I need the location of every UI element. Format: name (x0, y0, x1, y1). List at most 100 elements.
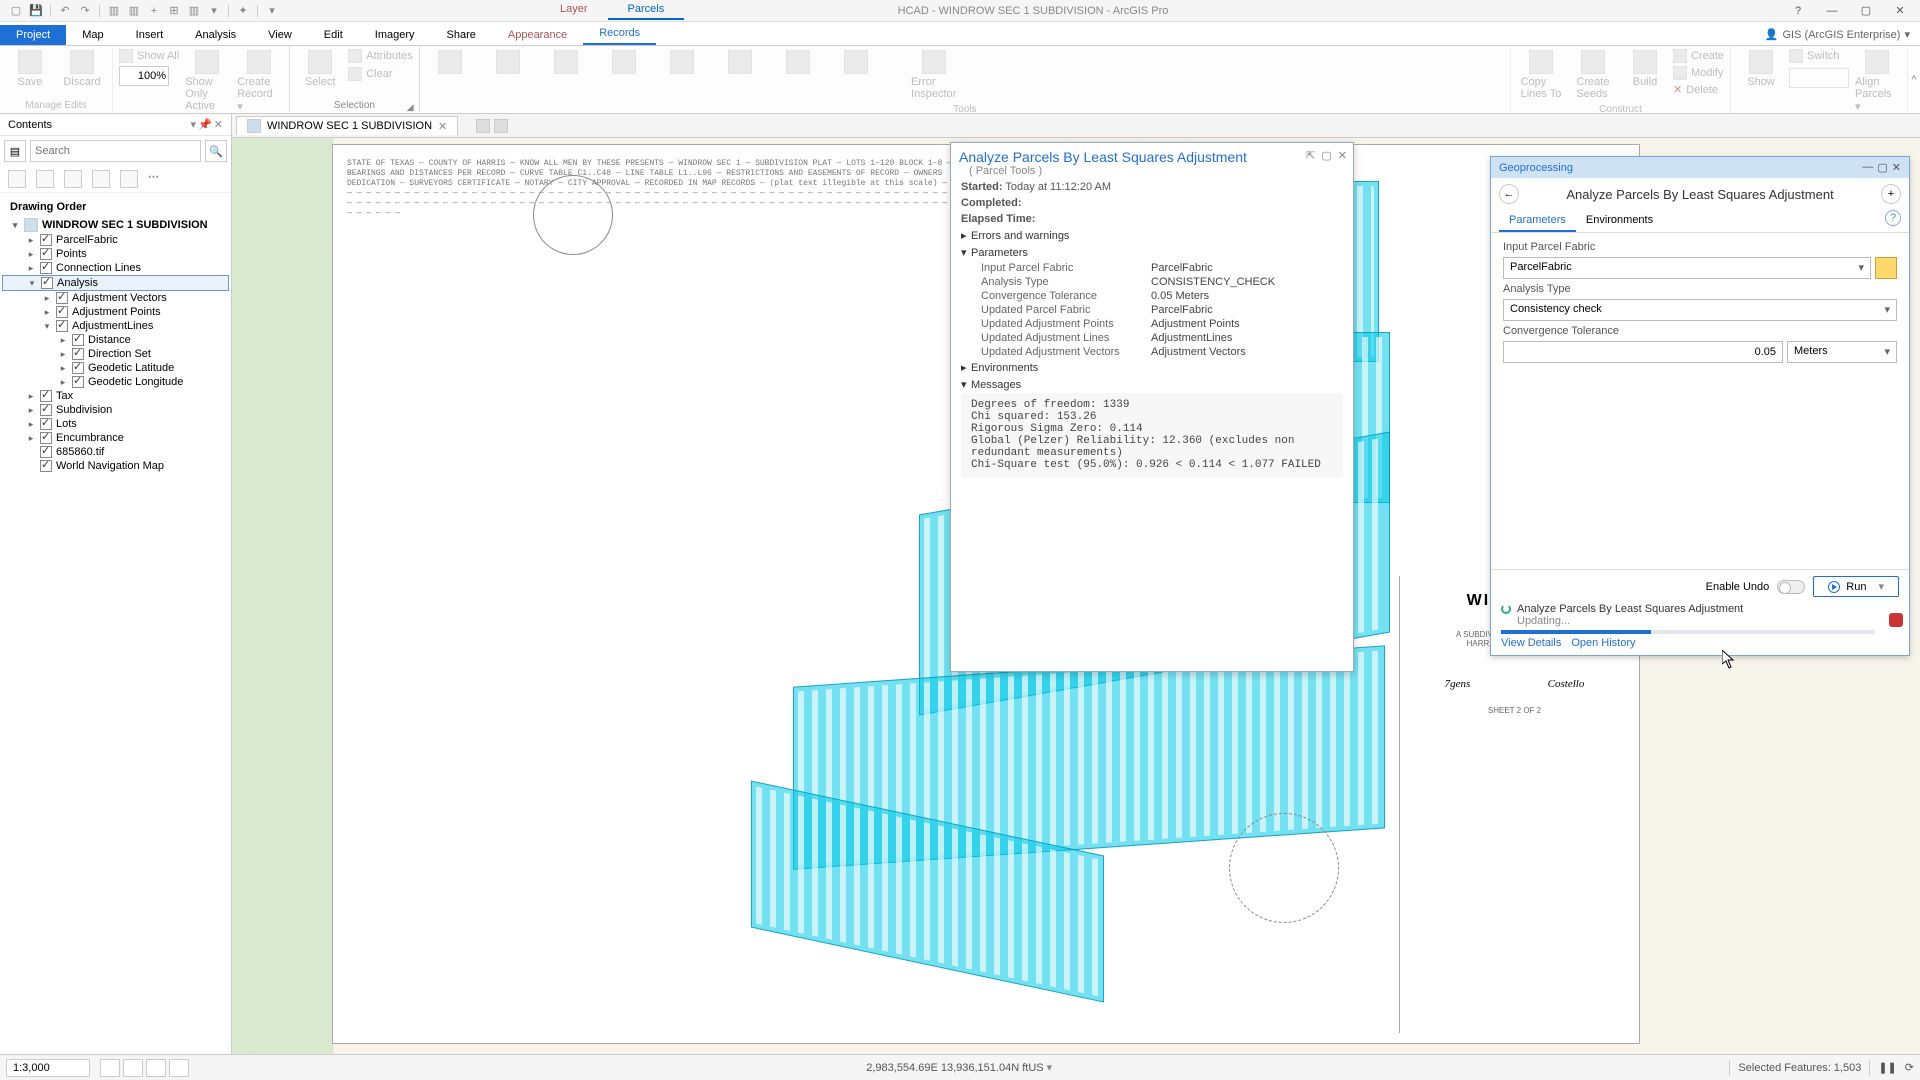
toc-layer[interactable]: Connection Lines (56, 262, 141, 274)
popout-icon[interactable]: ⇱ (1306, 149, 1315, 162)
error-inspector-button[interactable]: Error Inspector (910, 48, 958, 102)
minimize-icon[interactable]: — (1816, 1, 1848, 21)
maximize-icon[interactable]: ▢ (1850, 1, 1882, 21)
qat-icon[interactable]: ▥ (106, 3, 122, 19)
autohide-icon[interactable]: 📌 (198, 118, 212, 131)
checkbox[interactable] (40, 418, 52, 430)
qat-redo-icon[interactable]: ↷ (77, 3, 93, 19)
menu-icon[interactable]: ▾ (191, 118, 197, 131)
dock-icon[interactable]: ▢ (1321, 149, 1331, 162)
gp-min-icon[interactable]: — (1862, 161, 1873, 174)
sb-tool-icon[interactable] (100, 1059, 120, 1077)
tab-share[interactable]: Share (431, 25, 492, 45)
tool-icon[interactable] (670, 50, 694, 74)
checkbox[interactable] (40, 432, 52, 444)
show-only-active-button[interactable]: Show Only Active (183, 48, 231, 114)
gp-max-icon[interactable]: ▢ (1877, 161, 1887, 174)
browse-icon[interactable] (1875, 257, 1897, 279)
tab-map[interactable]: Map (66, 25, 119, 45)
align-parcels-button[interactable]: Align Parcels ▾ (1853, 48, 1901, 115)
view-details-link[interactable]: View Details (1501, 637, 1561, 649)
toc-layer[interactable]: Points (56, 248, 87, 260)
checkbox[interactable] (41, 277, 53, 289)
close-results-icon[interactable]: ✕ (1338, 149, 1347, 162)
create-record-button[interactable]: Create Record ▾ (235, 48, 283, 115)
tool-icon[interactable] (728, 50, 752, 74)
modify-button[interactable]: Modify (1673, 65, 1724, 81)
sb-tool-icon[interactable] (123, 1059, 143, 1077)
checkbox[interactable] (56, 320, 68, 332)
close-pane-icon[interactable]: ✕ (214, 118, 223, 131)
qat-icon[interactable]: + (146, 3, 162, 19)
qat-save-icon[interactable]: 💾 (28, 3, 44, 19)
toc-layer[interactable]: World Navigation Map (56, 460, 164, 472)
errors-section[interactable]: ▸Errors and warnings (951, 227, 1353, 244)
list-by-editing-icon[interactable] (92, 170, 110, 188)
collapse-ribbon-icon[interactable]: ^ (1908, 46, 1920, 113)
filter-icon[interactable]: ▤ (4, 140, 26, 162)
checkbox[interactable] (40, 248, 52, 260)
close-map-icon[interactable]: ✕ (438, 120, 447, 133)
list-by-snapping-icon[interactable] (120, 170, 138, 188)
view-tool-icon[interactable] (494, 119, 508, 133)
qat-explore-icon[interactable]: ✦ (235, 3, 251, 19)
checkbox[interactable] (40, 460, 52, 472)
checkbox[interactable] (40, 404, 52, 416)
tool-icon[interactable] (786, 50, 810, 74)
close-icon[interactable]: ✕ (1884, 1, 1916, 21)
checkbox[interactable] (40, 262, 52, 274)
list-by-source-icon[interactable] (36, 170, 54, 188)
toc-layer[interactable]: Encumbrance (56, 432, 124, 444)
map-scale[interactable]: 1:3,000 (6, 1059, 90, 1077)
checkbox[interactable] (72, 376, 84, 388)
select-button[interactable]: Select (296, 48, 344, 90)
toc-layer[interactable]: 685860.tif (56, 446, 104, 458)
toc-layer[interactable]: AdjustmentLines (72, 320, 153, 332)
gp-close-icon[interactable]: ✕ (1892, 161, 1901, 174)
list-by-selection-icon[interactable] (64, 170, 82, 188)
gp-tab-parameters[interactable]: Parameters (1499, 210, 1576, 232)
more-toc-icon[interactable]: ⋯ (148, 170, 159, 188)
toc-layer[interactable]: Lots (56, 418, 77, 430)
checkbox[interactable] (56, 306, 68, 318)
tolerance-input[interactable] (1503, 341, 1783, 363)
alignment-input[interactable] (1789, 68, 1849, 88)
enable-undo-toggle[interactable] (1777, 580, 1805, 594)
pause-draw-icon[interactable]: ❚❚ (1878, 1061, 1896, 1074)
selection-launcher-icon[interactable]: ◢ (407, 102, 417, 112)
open-history-link[interactable]: Open History (1571, 637, 1635, 649)
expand-icon[interactable]: ▾ (10, 220, 20, 231)
build-button[interactable]: Build (1621, 48, 1669, 90)
toc-layer[interactable]: Distance (88, 334, 131, 346)
qat-open-icon[interactable]: ▢ (8, 3, 24, 19)
delete-button[interactable]: ✕Delete (1673, 82, 1724, 97)
add-to-model-icon[interactable]: + (1881, 184, 1901, 204)
toc-layer[interactable]: Adjustment Points (72, 306, 161, 318)
toc-layer[interactable]: ParcelFabric (56, 234, 118, 246)
toc-root[interactable]: WINDROW SEC 1 SUBDIVISION (42, 219, 208, 231)
tab-imagery[interactable]: Imagery (359, 25, 431, 45)
discard-button[interactable]: Discard (58, 48, 106, 90)
checkbox[interactable] (56, 292, 68, 304)
qat-icon[interactable]: ⊞ (166, 3, 182, 19)
env-section[interactable]: ▸Environments (951, 359, 1353, 376)
save-button[interactable]: Save (6, 48, 54, 90)
search-icon[interactable]: 🔍 (205, 140, 227, 162)
gp-tab-environments[interactable]: Environments (1576, 210, 1663, 232)
list-by-drawing-icon[interactable] (8, 170, 26, 188)
input-parcel-fabric[interactable]: ParcelFabric (1503, 257, 1871, 279)
clear-button[interactable]: Clear (348, 66, 412, 82)
qat-icon[interactable]: ▥ (126, 3, 142, 19)
tab-insert[interactable]: Insert (120, 25, 180, 45)
record-zoom-input[interactable] (119, 66, 169, 86)
checkbox[interactable] (72, 348, 84, 360)
cancel-run-icon[interactable] (1889, 613, 1903, 627)
ctx-tab-layer[interactable]: Layer (540, 0, 608, 20)
qat-undo-icon[interactable]: ↶ (57, 3, 73, 19)
copy-lines-to-button[interactable]: Copy Lines To (1517, 48, 1565, 102)
view-tool-icon[interactable] (476, 119, 490, 133)
toc-layer[interactable]: Tax (56, 390, 73, 402)
map-view-tab[interactable]: WINDROW SEC 1 SUBDIVISION ✕ (236, 116, 458, 135)
messages-section[interactable]: ▾Messages (951, 376, 1353, 393)
checkbox[interactable] (72, 362, 84, 374)
